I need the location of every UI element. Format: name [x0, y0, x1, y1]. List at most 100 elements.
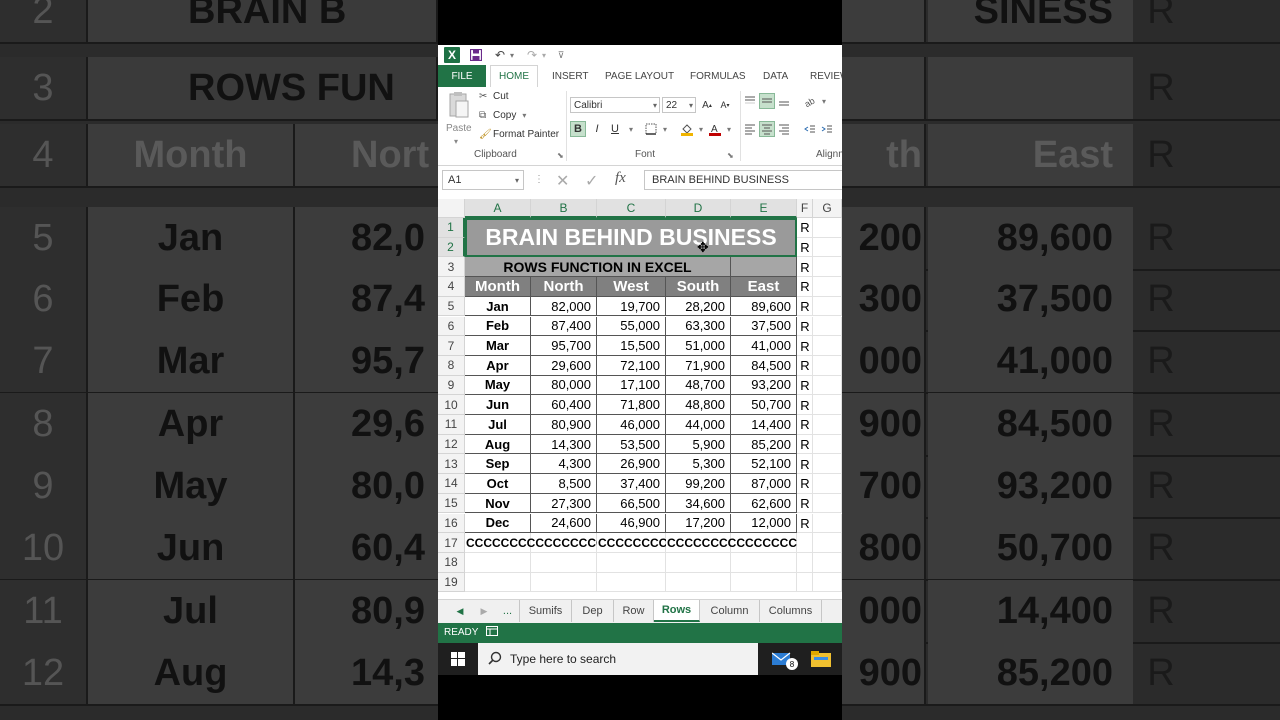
row-header-13[interactable]: 13	[438, 454, 465, 475]
font-launcher-icon[interactable]: ⬊	[727, 151, 734, 160]
column-heading-east[interactable]: East	[731, 277, 797, 297]
row-header-10[interactable]: 10	[438, 395, 465, 415]
tab-data[interactable]: DATA	[763, 65, 788, 87]
f-column-cell[interactable]: R	[797, 395, 813, 415]
month-cell[interactable]: Jul	[465, 415, 531, 435]
grid-cell[interactable]	[797, 572, 813, 593]
sheet-tab-rows[interactable]: Rows	[654, 600, 700, 622]
value-cell[interactable]: 53,500	[597, 434, 666, 455]
f-column-cell[interactable]: R	[797, 257, 813, 277]
f-column-cell[interactable]: R	[797, 218, 813, 238]
grid-cell[interactable]	[813, 533, 842, 553]
row-header-8[interactable]: 8	[438, 355, 465, 376]
grid-cell[interactable]	[597, 572, 666, 593]
value-cell[interactable]: 5,300	[666, 454, 731, 475]
value-cell[interactable]: 19,700	[597, 296, 666, 317]
f-column-cell[interactable]: R	[797, 474, 813, 494]
cut-button[interactable]: ✂ Cut	[479, 91, 509, 102]
redo-dropdown-icon[interactable]: ▾	[540, 47, 548, 63]
sheet-tab-columns[interactable]: Columns	[760, 600, 822, 622]
grid-cell[interactable]	[797, 533, 813, 553]
orientation-dropdown-icon[interactable]: ▾	[816, 93, 832, 109]
format-painter-button[interactable]: 🖌 Format Painter	[479, 129, 559, 140]
value-cell[interactable]: 93,200	[731, 375, 797, 396]
increase-font-size-icon[interactable]: A ▴	[699, 97, 715, 113]
file-explorer-icon[interactable]	[811, 651, 831, 672]
font-size-combo[interactable]: 22 ▾	[662, 97, 696, 113]
cancel-entry-icon[interactable]: ✕	[556, 171, 569, 191]
grid-cell[interactable]	[813, 552, 842, 573]
value-cell[interactable]: 14,400	[731, 415, 797, 435]
value-cell[interactable]: 24,600	[531, 513, 597, 534]
row-header-18[interactable]: 18	[438, 552, 465, 573]
column-heading-west[interactable]: West	[597, 277, 666, 297]
value-cell[interactable]: 63,300	[666, 316, 731, 337]
value-cell[interactable]: 17,100	[597, 375, 666, 396]
grid-cell[interactable]	[465, 552, 531, 573]
grid-cell[interactable]	[597, 552, 666, 573]
row-header-6[interactable]: 6	[438, 316, 465, 337]
value-cell[interactable]: 99,200	[666, 474, 731, 494]
f-column-cell[interactable]: R	[797, 336, 813, 356]
undo-dropdown-icon[interactable]: ▾	[508, 47, 516, 63]
subtitle-cell[interactable]: ROWS FUNCTION IN EXCEL	[465, 257, 731, 278]
value-cell[interactable]: 14,300	[531, 434, 597, 455]
grid-cell[interactable]	[813, 257, 842, 278]
column-header-d[interactable]: D	[666, 199, 731, 218]
grid-cell[interactable]	[465, 572, 531, 593]
grid-cell[interactable]	[813, 316, 842, 337]
f-column-cell[interactable]: R	[797, 376, 813, 396]
row17-text-cell[interactable]: CCCCCCCCCCCCCCCC	[666, 533, 797, 553]
row-header-11[interactable]: 11	[438, 415, 465, 435]
row-header-1[interactable]: 1	[438, 218, 465, 238]
copy-button[interactable]: ⧉ Copy ▾	[479, 110, 526, 121]
value-cell[interactable]: 82,000	[531, 296, 597, 317]
underline-dropdown-icon[interactable]: ▾	[623, 121, 639, 137]
align-top-icon[interactable]	[742, 93, 758, 109]
grid-cell[interactable]	[731, 572, 797, 593]
value-cell[interactable]: 71,800	[597, 395, 666, 415]
undo-icon[interactable]: ↶	[492, 47, 508, 63]
taskbar-search-box[interactable]: Type here to search	[478, 643, 758, 675]
row17-text-cell[interactable]: CCCCCCCC	[597, 533, 666, 553]
column-heading-month[interactable]: Month	[465, 277, 531, 297]
row-header-9[interactable]: 9	[438, 375, 465, 396]
macro-record-icon[interactable]	[486, 625, 498, 640]
value-cell[interactable]: 17,200	[666, 513, 731, 534]
grid-cell[interactable]	[531, 572, 597, 593]
grid-cell[interactable]	[813, 375, 842, 396]
value-cell[interactable]: 4,300	[531, 454, 597, 475]
italic-button[interactable]: I	[589, 121, 605, 137]
value-cell[interactable]: 62,600	[731, 493, 797, 514]
f-column-cell[interactable]: R	[797, 277, 813, 297]
value-cell[interactable]: 41,000	[731, 336, 797, 356]
value-cell[interactable]: 80,000	[531, 375, 597, 396]
row-header-12[interactable]: 12	[438, 434, 465, 455]
value-cell[interactable]: 66,500	[597, 493, 666, 514]
row17-text-cell[interactable]: CCCCCCCCCCCCCCCC	[465, 533, 597, 553]
value-cell[interactable]: 55,000	[597, 316, 666, 337]
f-column-cell[interactable]: R	[797, 514, 813, 534]
month-cell[interactable]: Nov	[465, 493, 531, 514]
column-header-c[interactable]: C	[597, 199, 666, 218]
f-column-cell[interactable]: R	[797, 415, 813, 435]
grid-cell[interactable]	[813, 493, 842, 514]
row-header-17[interactable]: 17	[438, 533, 465, 553]
paste-icon[interactable]	[448, 91, 470, 119]
value-cell[interactable]: 29,600	[531, 355, 597, 376]
month-cell[interactable]: Oct	[465, 474, 531, 494]
title-cell[interactable]: BRAIN BEHIND BUSINESS	[465, 218, 797, 258]
value-cell[interactable]: 89,600	[731, 296, 797, 317]
tab-home[interactable]: HOME	[490, 65, 538, 88]
row-header-7[interactable]: 7	[438, 336, 465, 356]
value-cell[interactable]: 5,900	[666, 434, 731, 455]
value-cell[interactable]: 52,100	[731, 454, 797, 475]
copy-dropdown-icon[interactable]: ▾	[522, 111, 526, 120]
font-name-combo[interactable]: Calibri ▾	[570, 97, 660, 113]
tab-formulas[interactable]: FORMULAS	[690, 65, 746, 87]
row-header-5[interactable]: 5	[438, 296, 465, 317]
worksheet-grid[interactable]: A B C D E F G 1 2 3 4 5 6 7 8 9 10 11 12 13 14 15 16 17 18 19 BRAI…	[438, 199, 842, 599]
decrease-font-size-icon[interactable]: A ▾	[717, 97, 733, 113]
borders-dropdown-icon[interactable]: ▾	[657, 121, 673, 137]
month-cell[interactable]: May	[465, 375, 531, 396]
